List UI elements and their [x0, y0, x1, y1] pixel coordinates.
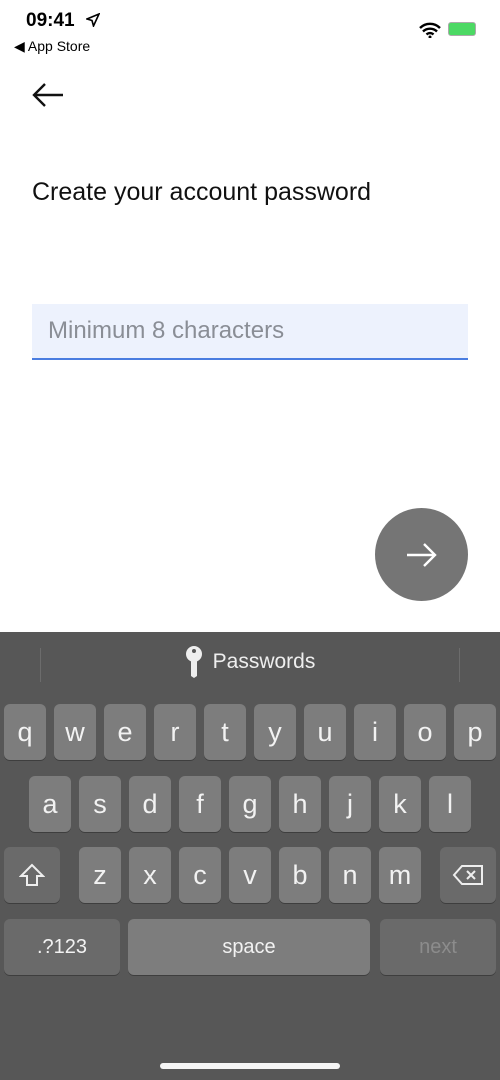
key-g[interactable]: g — [229, 776, 271, 832]
space-key[interactable]: space — [128, 919, 370, 975]
key-f[interactable]: f — [179, 776, 221, 832]
key-u[interactable]: u — [304, 704, 346, 760]
back-app-label: App Store — [27, 38, 91, 54]
backspace-icon — [452, 865, 483, 885]
key-a[interactable]: a — [29, 776, 71, 832]
password-input[interactable] — [32, 304, 468, 360]
key-s[interactable]: s — [79, 776, 121, 832]
key-v[interactable]: v — [229, 847, 271, 903]
arrow-right-icon — [406, 542, 437, 567]
key-z[interactable]: z — [79, 847, 121, 903]
keyboard: Passwords q w e r t y u i o p a s d f g h j k l z x c v b n m .?12… — [0, 632, 500, 1080]
key-t[interactable]: t — [204, 704, 246, 760]
next-button[interactable] — [375, 508, 468, 601]
key-j[interactable]: j — [329, 776, 371, 832]
key-d[interactable]: d — [129, 776, 171, 832]
key-icon — [185, 646, 202, 678]
page-title: Create your account password — [32, 178, 372, 206]
passwords-suggestion[interactable]: Passwords — [0, 646, 500, 678]
key-k[interactable]: k — [379, 776, 421, 832]
key-m[interactable]: m — [379, 847, 421, 903]
key-p[interactable]: p — [454, 704, 496, 760]
key-i[interactable]: i — [354, 704, 396, 760]
key-n[interactable]: n — [329, 847, 371, 903]
numbers-key[interactable]: .?123 — [4, 919, 120, 975]
location-arrow-icon — [86, 13, 100, 27]
key-w[interactable]: w — [54, 704, 96, 760]
status-time: 09:41 — [26, 10, 75, 31]
key-x[interactable]: x — [129, 847, 171, 903]
home-indicator[interactable] — [160, 1063, 340, 1069]
key-o[interactable]: o — [404, 704, 446, 760]
back-to-app-store[interactable]: ◀ App Store — [14, 38, 90, 55]
key-e[interactable]: e — [104, 704, 146, 760]
key-r[interactable]: r — [154, 704, 196, 760]
shift-key[interactable] — [4, 847, 60, 903]
battery-charging-icon — [448, 22, 476, 36]
wifi-icon — [419, 22, 441, 38]
key-c[interactable]: c — [179, 847, 221, 903]
passwords-label: Passwords — [212, 650, 316, 673]
key-y[interactable]: y — [254, 704, 296, 760]
key-h[interactable]: h — [279, 776, 321, 832]
back-arrow-icon[interactable] — [30, 80, 66, 110]
key-l[interactable]: l — [429, 776, 471, 832]
shift-icon — [19, 863, 45, 886]
delete-key[interactable] — [440, 847, 496, 903]
key-b[interactable]: b — [279, 847, 321, 903]
next-key[interactable]: next — [380, 919, 496, 975]
key-q[interactable]: q — [4, 704, 46, 760]
